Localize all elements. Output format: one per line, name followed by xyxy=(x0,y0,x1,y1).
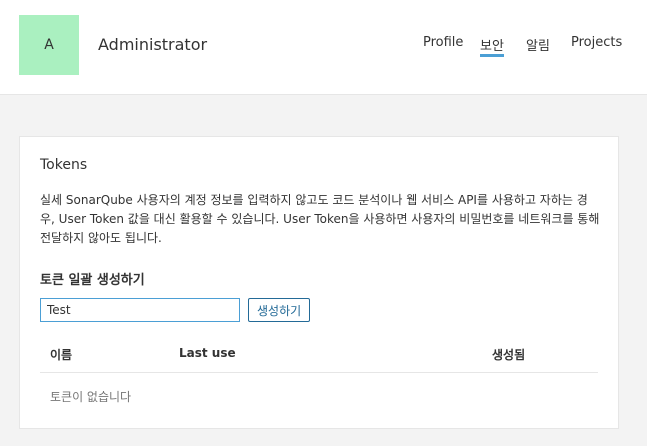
user-name: Administrator xyxy=(98,35,208,54)
column-header-created: 생성됨 xyxy=(492,348,526,362)
avatar: A xyxy=(19,15,79,75)
card-title: Tokens xyxy=(40,157,88,173)
tokens-description: 실세 SonarQube 사용자의 계정 정보를 입력하지 않고도 코드 분석이… xyxy=(40,193,600,245)
tab-profile[interactable]: Profile xyxy=(423,35,463,50)
tab-projects[interactable]: Projects xyxy=(571,35,622,50)
tab-security[interactable]: 보안 xyxy=(480,35,504,57)
generate-section-title: 토큰 일괄 생성하기 xyxy=(40,273,145,288)
tokens-card: Tokens 실세 SonarQube 사용자의 계정 정보를 입력하지 않고도… xyxy=(19,136,619,429)
tab-notifications[interactable]: 알림 xyxy=(526,35,550,54)
token-name-input[interactable] xyxy=(40,298,240,322)
table-divider xyxy=(40,372,598,373)
column-header-last-use: Last use xyxy=(179,346,236,360)
empty-tokens-message: 토큰이 없습니다 xyxy=(50,390,132,404)
page-header: A Administrator Profile 보안 알림 Projects xyxy=(0,0,647,95)
column-header-name: 이름 xyxy=(50,348,73,362)
generate-button[interactable]: 생성하기 xyxy=(248,298,311,322)
